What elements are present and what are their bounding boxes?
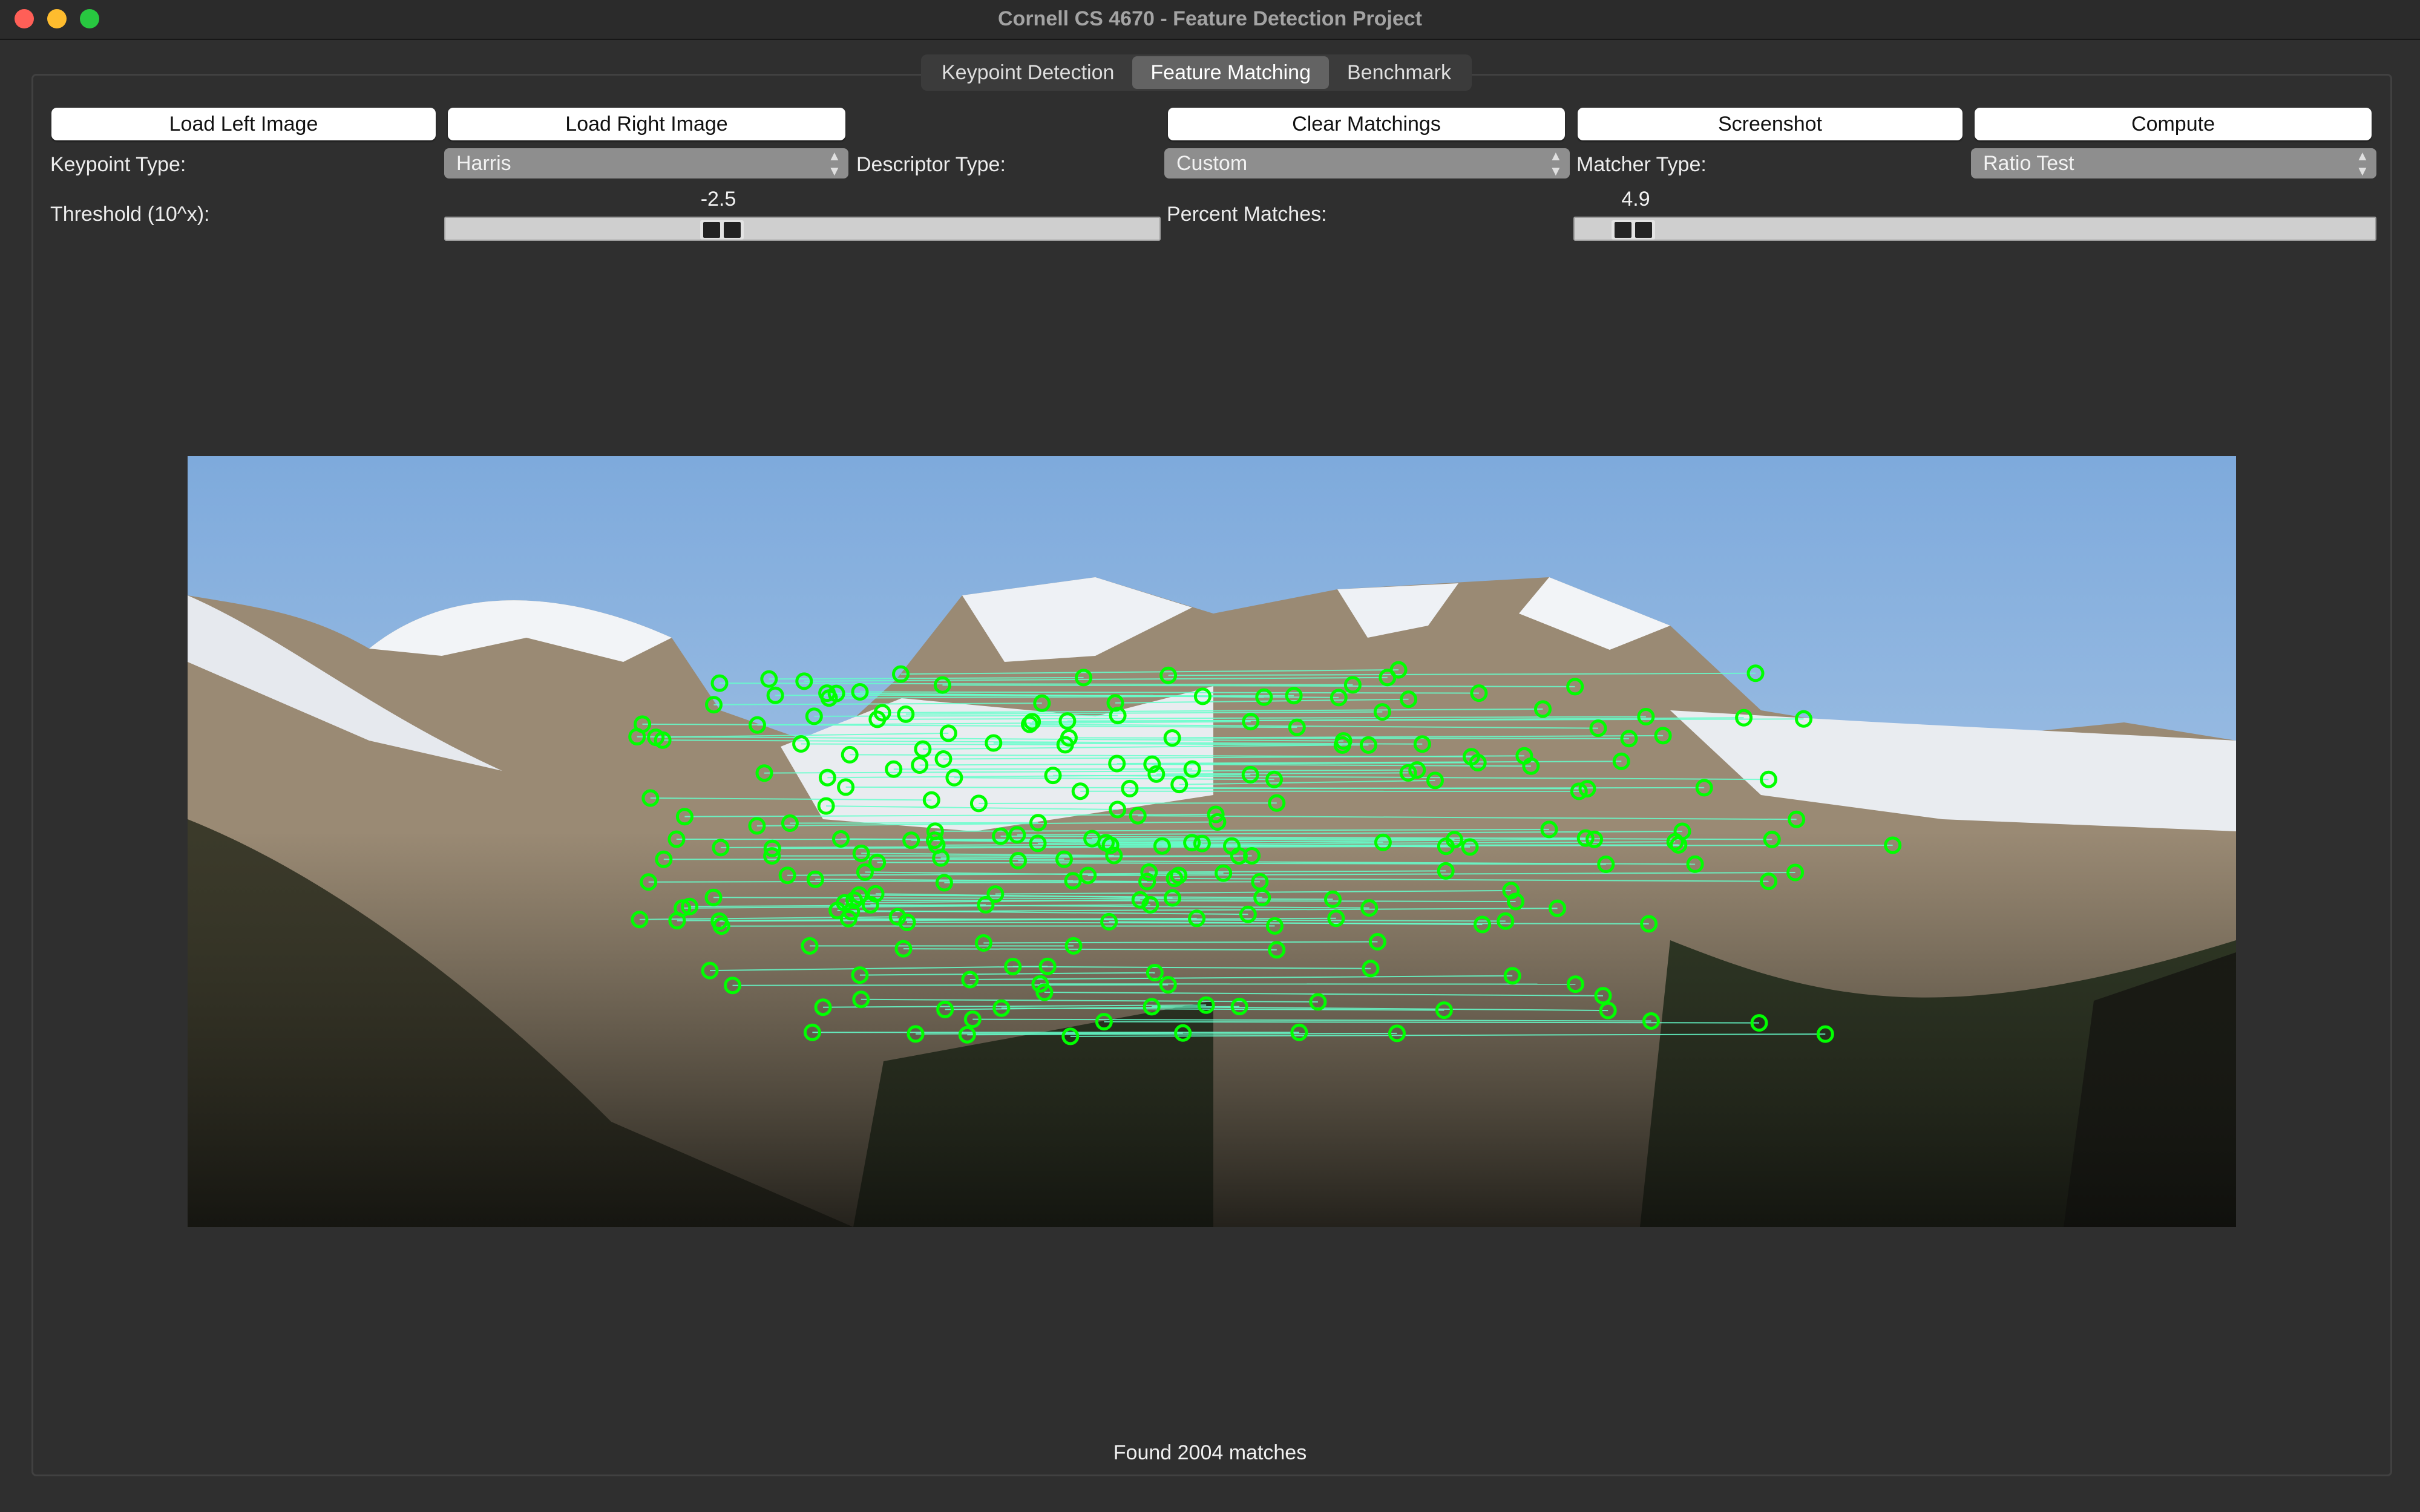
descriptor-type-label: Descriptor Type:: [856, 153, 1006, 176]
keypoint-type-label: Keypoint Type:: [50, 153, 186, 176]
threshold-value: -2.5: [700, 188, 736, 211]
tab-bar: Keypoint Detection Feature Matching Benc…: [921, 54, 1472, 91]
keypoint-type-value: Harris: [456, 152, 511, 175]
matcher-type-select[interactable]: Ratio Test ▲ ▼: [1971, 148, 2376, 178]
chevron-up-down-icon: ▲ ▼: [1549, 148, 1563, 178]
threshold-label: Threshold (10^x):: [50, 203, 210, 226]
chevron-up-down-icon: ▲ ▼: [2356, 148, 2369, 178]
window-title: Cornell CS 4670 - Feature Detection Proj…: [998, 7, 1422, 30]
compute-button[interactable]: Compute: [1975, 108, 2372, 140]
matching-canvas: [188, 456, 2236, 1227]
percent-matches-slider-handle[interactable]: [1612, 220, 1655, 240]
match-line: [676, 839, 1455, 840]
tab-feature-matching[interactable]: Feature Matching: [1132, 56, 1329, 89]
match-line: [732, 984, 1169, 986]
load-left-image-button[interactable]: Load Left Image: [51, 108, 436, 140]
threshold-slider-handle[interactable]: [700, 220, 744, 240]
chevron-up-down-icon: ▲ ▼: [828, 148, 841, 178]
title-bar: Cornell CS 4670 - Feature Detection Proj…: [0, 0, 2420, 40]
right-image: [1213, 456, 2236, 1227]
match-line: [801, 743, 1066, 745]
tab-keypoint-detection[interactable]: Keypoint Detection: [923, 56, 1132, 89]
screenshot-button[interactable]: Screenshot: [1578, 108, 1963, 140]
load-right-image-button[interactable]: Load Right Image: [448, 108, 845, 140]
status-text: Found 2004 matches: [1113, 1441, 1307, 1464]
descriptor-type-select[interactable]: Custom ▲ ▼: [1164, 148, 1570, 178]
tab-benchmark[interactable]: Benchmark: [1329, 56, 1469, 89]
matcher-type-label: Matcher Type:: [1576, 153, 1707, 176]
match-line: [1162, 845, 1893, 847]
threshold-slider[interactable]: [444, 217, 1161, 241]
main-content: Keypoint Detection Feature Matching Benc…: [0, 40, 2420, 1512]
descriptor-type-value: Custom: [1176, 152, 1248, 175]
percent-matches-value: 4.9: [1621, 188, 1650, 211]
percent-matches-label: Percent Matches:: [1167, 203, 1327, 226]
clear-matchings-button[interactable]: Clear Matchings: [1168, 108, 1565, 140]
percent-matches-slider[interactable]: [1573, 217, 2376, 241]
matcher-type-value: Ratio Test: [1983, 152, 2074, 175]
keypoint-type-select[interactable]: Harris ▲ ▼: [444, 148, 848, 178]
